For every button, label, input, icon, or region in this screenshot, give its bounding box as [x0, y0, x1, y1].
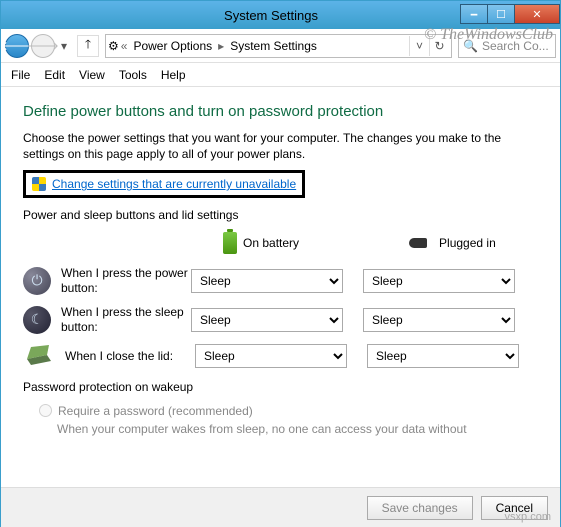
lid-close-label: When I close the lid:	[65, 349, 195, 363]
titlebar: System Settings 🗕 ☐ ✕	[1, 1, 560, 29]
require-password-label: Require a password (recommended)	[58, 404, 253, 418]
control-panel-icon: ⚙	[108, 39, 119, 53]
back-button[interactable]: 🡐	[5, 34, 29, 58]
breadcrumb-system-settings[interactable]: System Settings	[226, 39, 321, 53]
save-changes-button[interactable]: Save changes	[367, 496, 473, 520]
maximize-button[interactable]: ☐	[487, 4, 515, 24]
on-battery-label: On battery	[243, 236, 299, 250]
menu-file[interactable]: File	[11, 68, 30, 82]
battery-icon	[223, 232, 237, 254]
sleep-plugged-select[interactable]: Sleep	[363, 308, 515, 332]
sleep-button-row: When I press the sleep button: Sleep Sle…	[23, 305, 542, 334]
lid-close-row: When I close the lid: Sleep Sleep	[23, 344, 542, 368]
power-battery-select[interactable]: Sleep	[191, 269, 343, 293]
menu-view[interactable]: View	[79, 68, 105, 82]
page-heading: Define power buttons and turn on passwor…	[23, 103, 542, 120]
laptop-lid-icon	[23, 345, 55, 367]
power-button-row: When I press the power button: Sleep Sle…	[23, 266, 542, 295]
wakeup-description: When your computer wakes from sleep, no …	[57, 422, 542, 438]
sleep-button-icon	[23, 306, 51, 334]
close-button[interactable]: ✕	[514, 4, 560, 24]
power-plugged-select[interactable]: Sleep	[363, 269, 515, 293]
admin-settings-link[interactable]: Change settings that are currently unava…	[23, 170, 305, 198]
window-title: System Settings	[81, 8, 461, 23]
require-password-radio	[39, 404, 52, 417]
lid-plugged-select[interactable]: Sleep	[367, 344, 519, 368]
source-url: vsxp.com	[505, 511, 551, 523]
window-controls: 🗕 ☐ ✕	[461, 4, 560, 26]
menu-help[interactable]: Help	[161, 68, 186, 82]
sleep-battery-select[interactable]: Sleep	[191, 308, 343, 332]
address-bar[interactable]: ⚙ « Power Options ▸ System Settings ˅ ↻	[105, 34, 452, 58]
footer-buttons: Save changes Cancel	[1, 487, 560, 527]
minimize-button[interactable]: 🗕	[460, 4, 488, 24]
up-button[interactable]: 🡑	[77, 35, 99, 57]
shield-icon	[32, 177, 46, 191]
wakeup-section: Password protection on wakeup Require a …	[23, 380, 542, 438]
breadcrumb-sep: ▸	[216, 39, 226, 53]
page-description: Choose the power settings that you want …	[23, 130, 542, 162]
settings-window: System Settings 🗕 ☐ ✕ 🡐 🡒 ▾ 🡑 ⚙ « Power …	[0, 0, 561, 527]
power-button-label: When I press the power button:	[61, 266, 191, 295]
forward-button: 🡒	[31, 34, 55, 58]
watermark-text: © TheWindowsClub	[424, 26, 553, 44]
section-buttons-heading: Power and sleep buttons and lid settings	[23, 208, 542, 222]
section-wakeup-heading: Password protection on wakeup	[23, 380, 542, 394]
power-button-icon	[23, 267, 51, 295]
sleep-button-label: When I press the sleep button:	[61, 305, 191, 334]
menu-edit[interactable]: Edit	[44, 68, 65, 82]
admin-link-text: Change settings that are currently unava…	[52, 177, 296, 191]
column-headers: On battery Plugged in	[223, 232, 542, 254]
breadcrumb-power-options[interactable]: Power Options	[129, 39, 216, 53]
plugged-in-label: Plugged in	[439, 236, 496, 250]
content-area: Define power buttons and turn on passwor…	[1, 87, 560, 487]
menubar: File Edit View Tools Help	[1, 63, 560, 87]
menu-tools[interactable]: Tools	[119, 68, 147, 82]
lid-battery-select[interactable]: Sleep	[195, 344, 347, 368]
history-dropdown[interactable]: ▾	[57, 36, 71, 56]
plug-icon	[409, 236, 433, 250]
breadcrumb-sep: «	[119, 39, 130, 53]
